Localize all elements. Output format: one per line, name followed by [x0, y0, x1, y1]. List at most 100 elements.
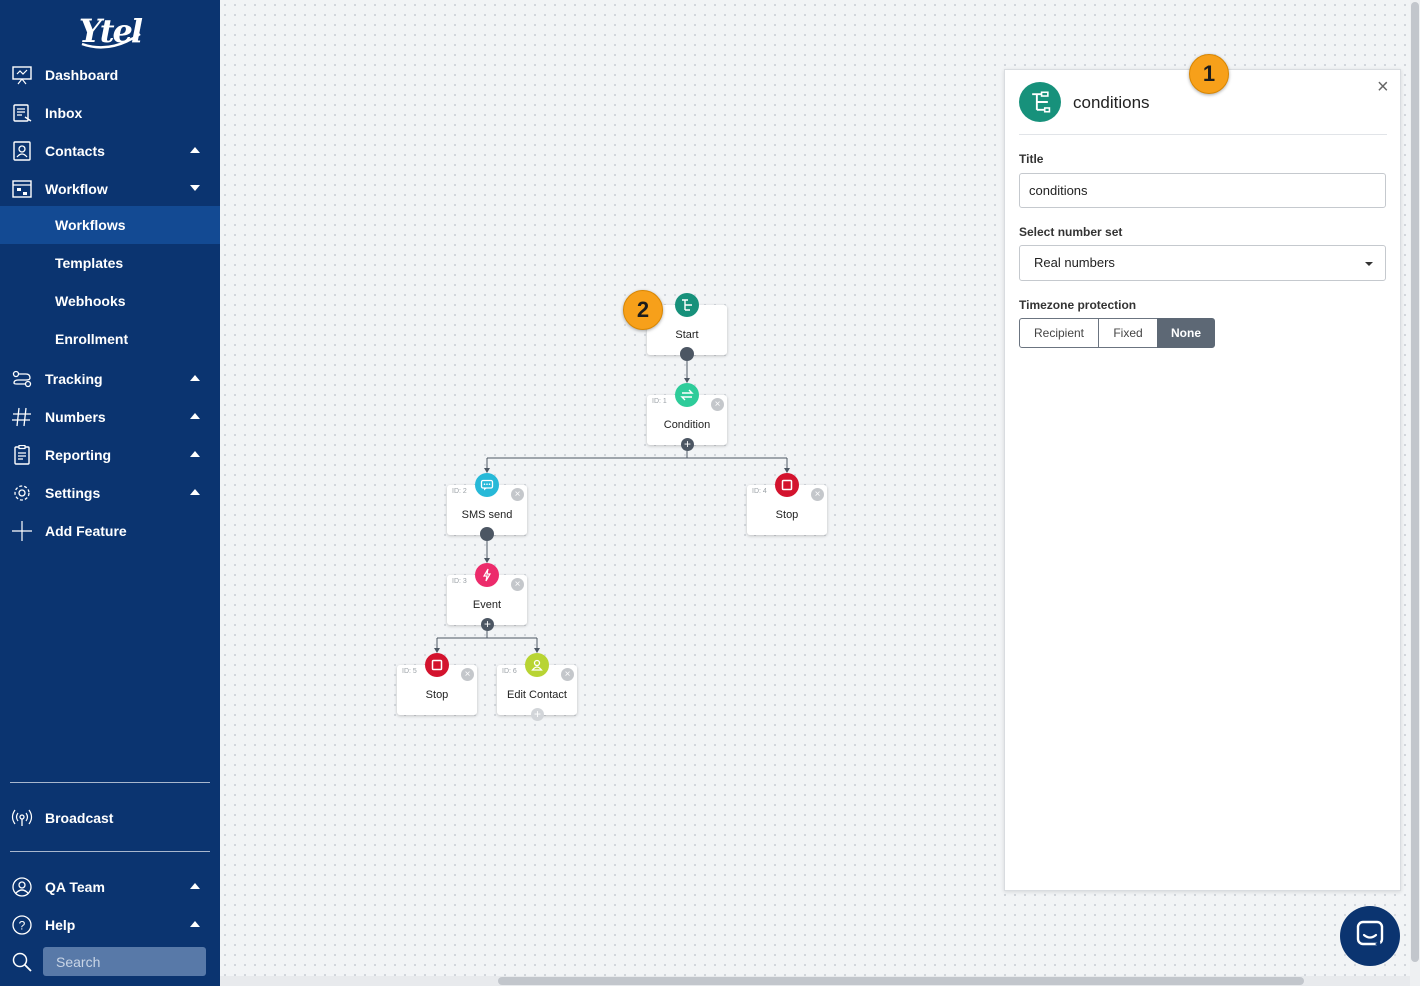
- add-step-button[interactable]: +: [531, 708, 544, 721]
- node-delete-button[interactable]: ×: [511, 578, 524, 591]
- scrollbar-thumb[interactable]: [1411, 2, 1419, 962]
- sidebar-item-numbers[interactable]: Numbers: [0, 398, 220, 436]
- number-set-select[interactable]: Real numbers: [1019, 245, 1386, 281]
- inbox-icon: [11, 103, 33, 123]
- sidebar-item-team[interactable]: QA Team: [0, 868, 220, 906]
- node-delete-button[interactable]: ×: [561, 668, 574, 681]
- sidebar-item-contacts[interactable]: Contacts: [0, 132, 220, 170]
- add-step-button[interactable]: +: [681, 438, 694, 451]
- node-delete-button[interactable]: ×: [511, 488, 524, 501]
- chevron-down-icon: [190, 185, 200, 191]
- panel-title: conditions: [1073, 93, 1150, 112]
- node-label: Start: [675, 329, 699, 341]
- sidebar-item-label: Inbox: [45, 105, 83, 121]
- annotation-badge-1: 1: [1189, 54, 1229, 94]
- chevron-up-icon: [190, 921, 200, 927]
- title-input[interactable]: [1019, 173, 1386, 208]
- chevron-up-icon: [190, 413, 200, 419]
- branch-icon: [1019, 82, 1061, 122]
- sidebar: Ytel Dashboard Inbox Contacts Workflow W…: [0, 0, 220, 986]
- lightning-icon: [475, 563, 499, 587]
- node-id: ID: 4: [752, 488, 767, 495]
- sidebar-item-label: Workflow: [45, 181, 108, 197]
- help-icon: ?: [11, 915, 33, 935]
- ytel-logo[interactable]: Ytel: [0, 8, 220, 52]
- sidebar-item-settings[interactable]: Settings: [0, 474, 220, 512]
- divider: [10, 851, 210, 852]
- horizontal-scrollbar[interactable]: [220, 976, 1410, 986]
- node-id: ID: 5: [402, 668, 417, 675]
- timezone-option-none[interactable]: None: [1157, 318, 1215, 348]
- sidebar-subitem-label: Templates: [55, 255, 124, 271]
- annotation-badge-2: 2: [623, 290, 663, 330]
- number-set-label: Select number set: [1019, 225, 1123, 239]
- chevron-up-icon: [190, 883, 200, 889]
- chat-launcher-button[interactable]: [1340, 906, 1400, 966]
- divider: [10, 782, 210, 783]
- sidebar-subitem-label: Enrollment: [55, 331, 129, 347]
- sidebar-item-label: Add Feature: [45, 523, 127, 539]
- vertical-scrollbar[interactable]: [1410, 0, 1420, 986]
- sidebar-item-reporting[interactable]: Reporting: [0, 436, 220, 474]
- chevron-up-icon: [190, 451, 200, 457]
- add-step-button[interactable]: +: [481, 618, 494, 631]
- sidebar-item-label: Broadcast: [45, 810, 114, 826]
- chevron-down-icon: [1365, 262, 1373, 266]
- node-connector-handle[interactable]: [480, 527, 494, 541]
- timezone-segmented-control: Recipient Fixed None: [1019, 318, 1215, 348]
- close-icon[interactable]: ×: [1377, 77, 1393, 97]
- sidebar-item-dashboard[interactable]: Dashboard: [0, 56, 220, 94]
- tracking-icon: [11, 369, 33, 389]
- node-delete-button[interactable]: ×: [811, 488, 824, 501]
- node-delete-button[interactable]: ×: [461, 668, 474, 681]
- sidebar-subitem-workflows[interactable]: Workflows: [0, 206, 220, 244]
- sidebar-item-label: Tracking: [45, 371, 103, 387]
- branch-icon: [675, 293, 699, 317]
- search-icon: [11, 951, 33, 973]
- sidebar-item-workflow[interactable]: Workflow: [0, 170, 220, 208]
- sidebar-item-add-feature[interactable]: Add Feature: [0, 512, 220, 550]
- scrollbar-thumb[interactable]: [498, 977, 1304, 985]
- sidebar-item-label: Contacts: [45, 143, 105, 159]
- node-properties-panel: conditions × Title Select number set Rea…: [1004, 69, 1401, 891]
- hash-icon: [11, 407, 33, 427]
- sidebar-subitem-label: Workflows: [55, 217, 126, 233]
- chevron-up-icon: [190, 147, 200, 153]
- number-set-value: Real numbers: [1034, 255, 1115, 270]
- sidebar-item-label: Reporting: [45, 447, 112, 463]
- sidebar-item-help[interactable]: ? Help: [0, 906, 220, 944]
- sidebar-subitem-webhooks[interactable]: Webhooks: [0, 282, 220, 320]
- plus-icon: [11, 521, 33, 541]
- broadcast-icon: [11, 808, 33, 828]
- sidebar-subitem-enrollment[interactable]: Enrollment: [0, 320, 220, 358]
- node-label: Stop: [425, 689, 449, 701]
- sidebar-item-label: QA Team: [45, 879, 105, 895]
- svg-text:Ytel: Ytel: [79, 12, 143, 50]
- reporting-icon: [11, 444, 33, 465]
- sidebar-item-tracking[interactable]: Tracking: [0, 360, 220, 398]
- workflow-icon: [11, 179, 33, 199]
- chevron-up-icon: [190, 489, 200, 495]
- gear-icon: [11, 483, 33, 503]
- sidebar-item-broadcast[interactable]: Broadcast: [0, 799, 220, 837]
- sidebar-item-inbox[interactable]: Inbox: [0, 94, 220, 132]
- chat-icon: [1355, 919, 1385, 954]
- stop-icon: [775, 473, 799, 497]
- swap-icon: [675, 383, 699, 407]
- sidebar-subitem-templates[interactable]: Templates: [0, 244, 220, 282]
- node-id: ID: 6: [502, 668, 517, 675]
- sidebar-search-input[interactable]: [43, 947, 206, 976]
- sidebar-item-label: Numbers: [45, 409, 106, 425]
- node-id: ID: 1: [652, 398, 667, 405]
- svg-text:?: ?: [19, 919, 26, 933]
- node-label: Edit Contact: [507, 689, 567, 701]
- node-label: SMS send: [461, 509, 513, 521]
- timezone-option-fixed[interactable]: Fixed: [1098, 318, 1158, 348]
- node-connector-handle[interactable]: [680, 347, 694, 361]
- title-field-label: Title: [1019, 152, 1044, 166]
- contacts-icon: [11, 141, 33, 161]
- node-id: ID: 2: [452, 488, 467, 495]
- sidebar-item-label: Settings: [45, 485, 101, 501]
- timezone-option-recipient[interactable]: Recipient: [1019, 318, 1099, 348]
- node-delete-button[interactable]: ×: [711, 398, 724, 411]
